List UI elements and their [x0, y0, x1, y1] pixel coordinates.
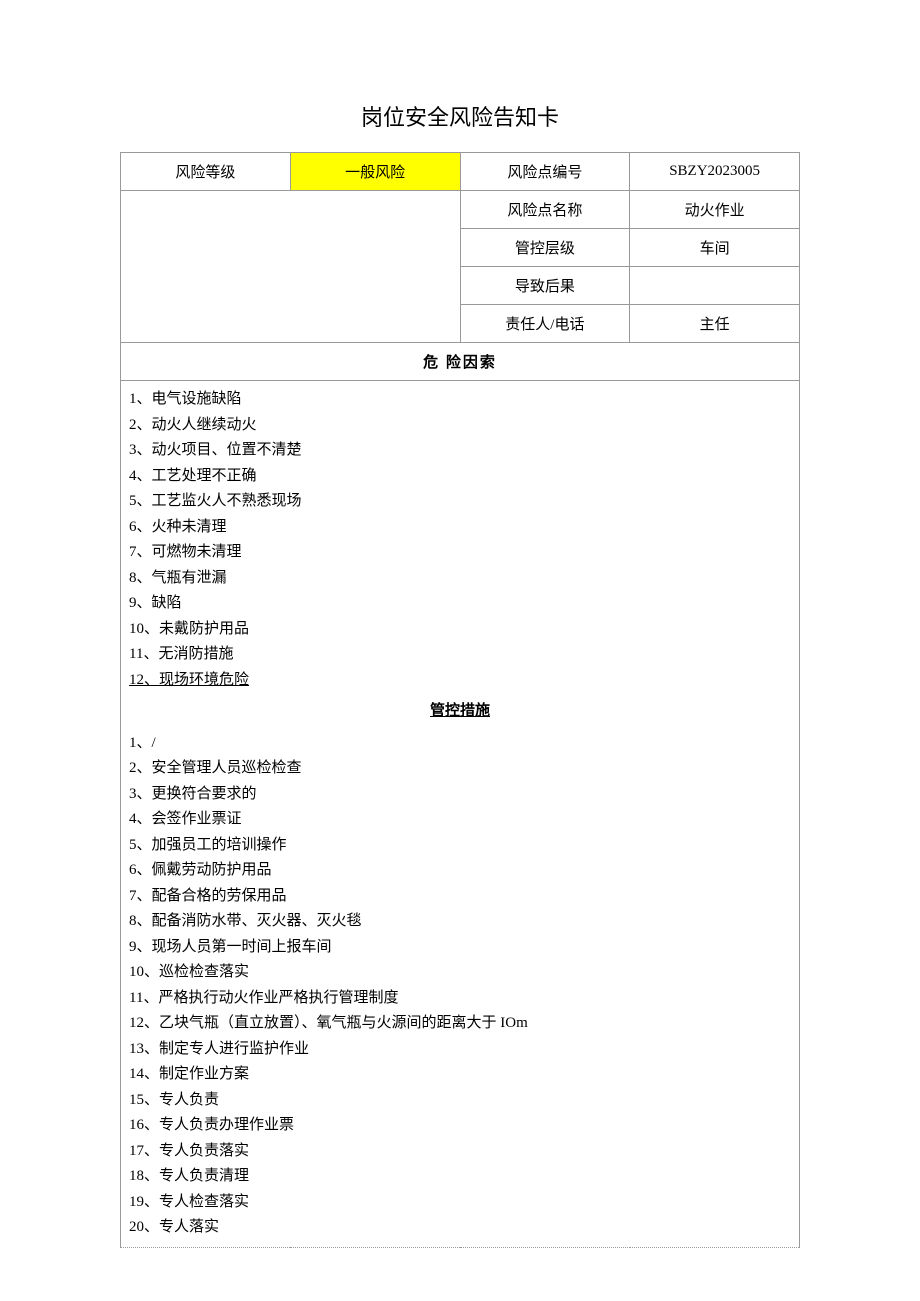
content-body: 1、电气设施缺陷 2、动火人继续动火 3、动火项目、位置不清楚 4、工艺处理不正… — [121, 381, 800, 1248]
risk-id-value: SBZY2023005 — [630, 153, 800, 191]
list-item: 11、严格执行动火作业严格执行管理制度 — [129, 986, 791, 1012]
risk-name-value: 动火作业 — [630, 191, 800, 229]
list-item: 15、专人负责 — [129, 1088, 791, 1114]
list-item: 1、电气设施缺陷 — [129, 387, 791, 413]
list-item: 9、现场人员第一时间上报车间 — [129, 935, 791, 961]
empty-block — [121, 191, 461, 343]
list-item: 12、现场环境危险 — [129, 668, 791, 694]
list-item: 17、专人负责落实 — [129, 1139, 791, 1165]
page-title: 岗位安全风险告知卡 — [120, 100, 800, 132]
list-item: 14、制定作业方案 — [129, 1062, 791, 1088]
factors-list: 1、电气设施缺陷 2、动火人继续动火 3、动火项目、位置不清楚 4、工艺处理不正… — [129, 387, 791, 693]
list-item: 10、未戴防护用品 — [129, 617, 791, 643]
list-item: 13、制定专人进行监护作业 — [129, 1037, 791, 1063]
list-item: 5、加强员工的培训操作 — [129, 833, 791, 859]
measures-heading: 管控措施 — [129, 699, 791, 725]
risk-card-table: 风险等级 一般风险 风险点编号 SBZY2023005 风险点名称 动火作业 管… — [120, 152, 800, 1248]
list-item: 4、会签作业票证 — [129, 807, 791, 833]
responsible-label: 责任人/电话 — [460, 305, 630, 343]
list-item: 4、工艺处理不正确 — [129, 464, 791, 490]
list-item: 11、无消防措施 — [129, 642, 791, 668]
list-item: 7、可燃物未清理 — [129, 540, 791, 566]
list-item: 7、配备合格的劳保用品 — [129, 884, 791, 910]
risk-level-value: 一般风险 — [290, 153, 460, 191]
consequence-value — [630, 267, 800, 305]
list-item: 9、缺陷 — [129, 591, 791, 617]
list-item: 3、动火项目、位置不清楚 — [129, 438, 791, 464]
list-item: 2、动火人继续动火 — [129, 413, 791, 439]
control-level-label: 管控层级 — [460, 229, 630, 267]
list-item: 18、专人负责清理 — [129, 1164, 791, 1190]
responsible-value: 主任 — [630, 305, 800, 343]
list-item: 19、专人检查落实 — [129, 1190, 791, 1216]
list-item: 20、专人落实 — [129, 1215, 791, 1241]
risk-name-label: 风险点名称 — [460, 191, 630, 229]
control-level-value: 车间 — [630, 229, 800, 267]
measures-list: 1、/ 2、安全管理人员巡检检查 3、更换符合要求的 4、会签作业票证 5、加强… — [129, 731, 791, 1241]
list-item: 8、配备消防水带、灭火器、灭火毯 — [129, 909, 791, 935]
list-item: 1、/ — [129, 731, 791, 757]
list-item: 6、佩戴劳动防护用品 — [129, 858, 791, 884]
list-item: 3、更换符合要求的 — [129, 782, 791, 808]
risk-level-label: 风险等级 — [121, 153, 291, 191]
list-item: 12、乙块气瓶（直立放置）、氧气瓶与火源间的距离大于 IOm — [129, 1011, 791, 1037]
risk-id-label: 风险点编号 — [460, 153, 630, 191]
list-item: 2、安全管理人员巡检检查 — [129, 756, 791, 782]
list-item: 8、气瓶有泄漏 — [129, 566, 791, 592]
list-item: 16、专人负责办理作业票 — [129, 1113, 791, 1139]
list-item: 6、火种未清理 — [129, 515, 791, 541]
consequence-label: 导致后果 — [460, 267, 630, 305]
factors-heading: 危 险因索 — [121, 343, 800, 381]
list-item: 10、巡检检查落实 — [129, 960, 791, 986]
list-item: 5、工艺监火人不熟悉现场 — [129, 489, 791, 515]
